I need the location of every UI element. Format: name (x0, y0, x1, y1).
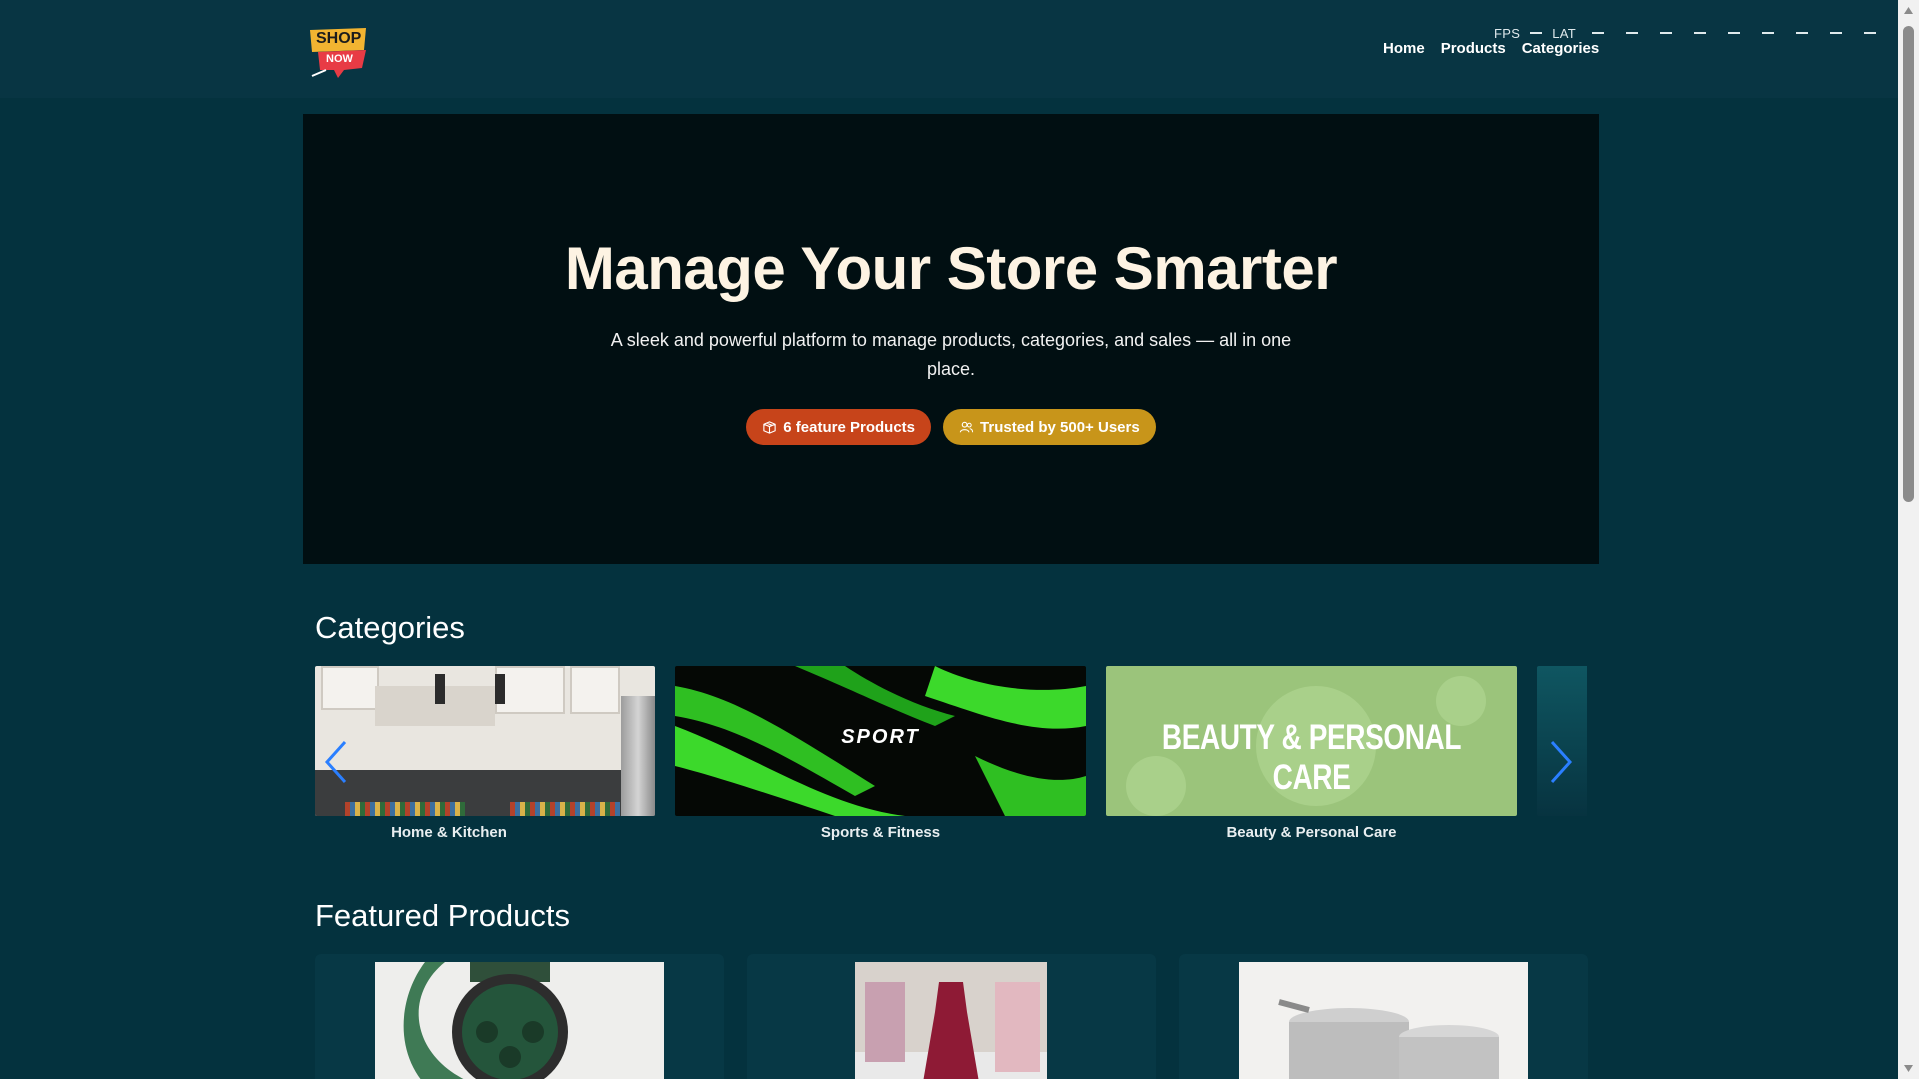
nav-link-home[interactable]: Home (1383, 40, 1425, 57)
scroll-up-icon[interactable] (1903, 6, 1914, 16)
nav-link-categories[interactable]: Categories (1522, 40, 1600, 57)
fps-value-placeholder (1530, 32, 1543, 34)
product-card[interactable] (1179, 954, 1588, 1079)
perf-placeholder (1863, 32, 1876, 34)
top-navbar: SHOP NOW FPS LAT Home Products Categorie… (0, 0, 1898, 98)
category-image-beauty: BEAUTY & PERSONAL CARE (1106, 666, 1517, 816)
product-image-cookware (1239, 962, 1528, 1079)
product-image-dress (855, 962, 1047, 1079)
perf-placeholder (1727, 32, 1740, 34)
kitchen-books (345, 802, 465, 816)
category-image-sport: SPORT (675, 666, 1086, 816)
fps-label: FPS (1494, 25, 1521, 41)
trusted-users-badge[interactable]: Trusted by 500+ Users (943, 409, 1156, 445)
trusted-users-badge-label: Trusted by 500+ Users (980, 418, 1140, 436)
sport-image-text: SPORT (841, 726, 920, 748)
kitchen-pendant (435, 674, 445, 704)
hero-title: Manage Your Store Smarter (564, 235, 1338, 302)
page-scrollbar[interactable] (1898, 0, 1919, 1079)
box-icon (763, 420, 776, 434)
shop-now-logo[interactable]: SHOP NOW (308, 24, 372, 80)
featured-products-heading: Featured Products (315, 898, 571, 933)
perf-placeholder (1795, 32, 1808, 34)
kitchen-pendant (495, 674, 505, 704)
kitchen-fridge (621, 696, 655, 816)
product-card[interactable] (315, 954, 724, 1079)
hero-subtitle: A sleek and powerful platform to manage … (610, 330, 1292, 379)
categories-carousel: Home & Kitchen SPORT Sports & Fitness BE… (315, 666, 1587, 856)
perf-placeholder (1761, 32, 1774, 34)
kitchen-cabinet (321, 666, 379, 710)
perf-placeholder (1625, 32, 1638, 34)
scroll-down-icon[interactable] (1903, 1063, 1914, 1073)
perf-placeholder (1829, 32, 1842, 34)
logo-text-shop: SHOP (316, 30, 362, 47)
kitchen-cabinet (495, 666, 565, 714)
carousel-prev-button[interactable] (323, 740, 349, 784)
category-card-beauty-personal-care[interactable]: BEAUTY & PERSONAL CARE Beauty & Personal… (1106, 666, 1517, 841)
featured-products-badge-label: 6 feature Products (783, 418, 916, 436)
scrollbar-thumb[interactable] (1903, 26, 1914, 502)
product-card[interactable] (747, 954, 1156, 1079)
perf-placeholder (1693, 32, 1706, 34)
hero-badges: 6 feature Products Trusted by 500+ Users (303, 409, 1599, 445)
category-label: Beauty & Personal Care (1226, 824, 1397, 841)
categories-heading: Categories (315, 610, 465, 645)
dress-graphic (855, 982, 1047, 1079)
perf-placeholder (1659, 32, 1672, 34)
category-card-sports-fitness[interactable]: SPORT Sports & Fitness (675, 666, 1086, 841)
category-label: Sports & Fitness (820, 824, 941, 841)
perf-placeholder (1591, 32, 1604, 34)
users-icon (959, 421, 974, 432)
nav-link-products[interactable]: Products (1441, 40, 1506, 57)
hero-banner: Manage Your Store Smarter A sleek and po… (303, 114, 1599, 564)
category-image-kitchen (315, 666, 655, 816)
carousel-next-button[interactable] (1548, 740, 1574, 784)
category-label: Home & Kitchen (391, 824, 507, 841)
product-image-smartwatch (375, 962, 664, 1079)
featured-products-badge[interactable]: 6 feature Products (746, 409, 932, 445)
kitchen-cabinet (570, 666, 620, 714)
kitchen-books (510, 802, 620, 816)
smartwatch-graphic (403, 962, 568, 1079)
logo-text-now: NOW (326, 53, 353, 65)
category-card-home-kitchen[interactable]: Home & Kitchen (315, 666, 655, 841)
perf-value-placeholders (1591, 32, 1876, 34)
chevron-right-icon (1550, 740, 1573, 784)
cookware-graphic (1278, 999, 1499, 1079)
beauty-image-text: BEAUTY & PERSONAL CARE (1161, 718, 1462, 797)
lat-label: LAT (1552, 25, 1576, 41)
main-nav: Home Products Categories (1383, 40, 1599, 57)
chevron-left-icon (324, 740, 347, 784)
